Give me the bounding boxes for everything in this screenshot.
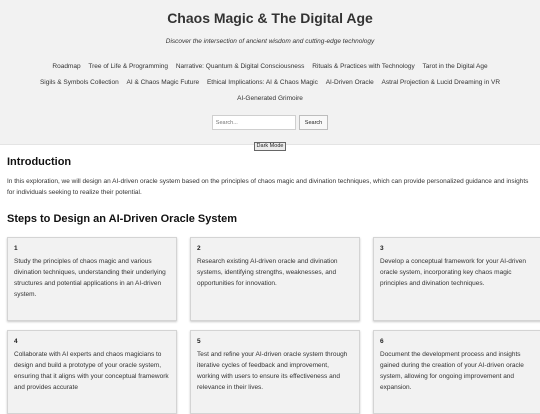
steps-section: Steps to Design an AI-Driven Oracle Syst… xyxy=(7,213,540,414)
step-text: Test and refine your AI-driven oracle sy… xyxy=(197,351,348,391)
intro-section: Introduction In this exploration, we wil… xyxy=(7,156,533,198)
search-input[interactable] xyxy=(211,115,296,130)
step-text: Document the development process and ins… xyxy=(380,351,524,391)
site-header: Chaos Magic & The Digital Age Discover t… xyxy=(0,0,540,151)
step-text: Collaborate with AI experts and chaos ma… xyxy=(14,351,169,391)
step-number: 3 xyxy=(380,245,384,252)
step-number: 1 xyxy=(14,245,18,252)
site-title: Chaos Magic & The Digital Age xyxy=(167,10,373,26)
nav-link-roadmap[interactable]: Roadmap xyxy=(52,63,80,70)
step-text: Study the principles of chaos magic and … xyxy=(14,258,166,298)
step-card: 3 Develop a conceptual framework for you… xyxy=(373,237,540,321)
nav-link-tarot[interactable]: Tarot in the Digital Age xyxy=(423,63,488,70)
step-card: 2 Research existing AI-driven oracle and… xyxy=(190,237,360,321)
dark-mode-button[interactable]: Dark Mode xyxy=(253,141,287,151)
steps-heading: Steps to Design an AI-Driven Oracle Syst… xyxy=(7,213,238,225)
nav-link-astral[interactable]: Astral Projection & Lucid Dreaming in VR xyxy=(382,79,501,86)
step-number: 2 xyxy=(197,245,201,252)
step-number: 5 xyxy=(197,338,201,345)
site-tagline: Discover the intersection of ancient wis… xyxy=(165,38,375,45)
step-number: 6 xyxy=(380,338,384,345)
nav-link-tree-of-life[interactable]: Tree of Life & Programming xyxy=(88,63,168,70)
nav-link-sigils[interactable]: Sigils & Symbols Collection xyxy=(40,79,119,86)
step-text: Research existing AI-driven oracle and d… xyxy=(197,258,338,287)
nav-link-ai-future[interactable]: AI & Chaos Magic Future xyxy=(127,79,200,86)
dark-mode-row: Dark Mode xyxy=(0,134,540,152)
nav-link-grimoire[interactable]: AI-Generated Grimoire xyxy=(237,95,303,102)
intro-heading: Introduction xyxy=(7,156,72,168)
search-button[interactable]: Search xyxy=(298,115,329,130)
nav-link-ethical[interactable]: Ethical Implications: AI & Chaos Magic xyxy=(207,79,318,86)
step-number: 4 xyxy=(14,338,18,345)
search-bar: Search xyxy=(0,115,540,130)
nav-link-oracle[interactable]: AI-Driven Oracle xyxy=(326,79,374,86)
step-text: Develop a conceptual framework for your … xyxy=(380,258,526,287)
step-card: 4 Collaborate with AI experts and chaos … xyxy=(7,330,177,414)
step-card: 5 Test and refine your AI-driven oracle … xyxy=(190,330,360,414)
nav-link-narrative[interactable]: Narrative: Quantum & Digital Consciousne… xyxy=(176,63,305,70)
steps-grid: 1 Study the principles of chaos magic an… xyxy=(7,237,540,414)
nav-link-rituals[interactable]: Rituals & Practices with Technology xyxy=(312,63,414,70)
main-content: Introduction In this exploration, we wil… xyxy=(0,156,540,414)
intro-text: In this exploration, we will design an A… xyxy=(7,178,529,196)
step-card: 6 Document the development process and i… xyxy=(373,330,540,414)
step-card: 1 Study the principles of chaos magic an… xyxy=(7,237,177,321)
main-nav: Roadmap Tree of Life & Programming Narra… xyxy=(0,59,540,107)
